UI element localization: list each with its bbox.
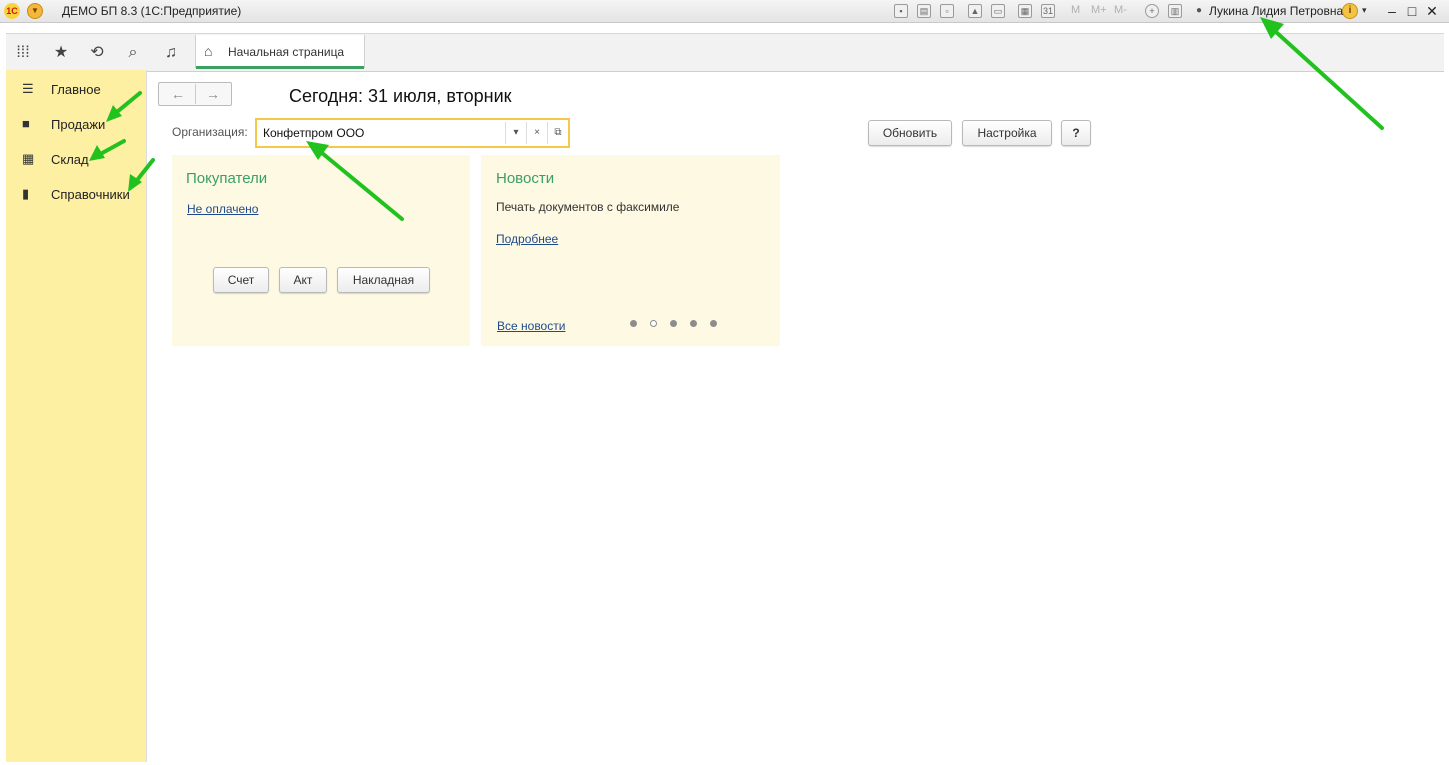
save-icon[interactable]: ▪ bbox=[894, 4, 908, 18]
sidebar-item-label: Склад bbox=[51, 152, 89, 167]
sidebar-item-label: Справочники bbox=[51, 187, 130, 202]
user-name[interactable]: Лукина Лидия Петровна bbox=[1209, 4, 1343, 18]
tab-home-label: Начальная страница bbox=[228, 45, 345, 59]
forward-button[interactable]: → bbox=[195, 84, 230, 104]
news-page-dot[interactable] bbox=[710, 320, 717, 327]
active-tab-indicator bbox=[196, 66, 364, 69]
help-button[interactable]: ? bbox=[1061, 120, 1091, 146]
sidebar-item-label: Главное bbox=[51, 82, 101, 97]
menu-lines-icon: ☰ bbox=[22, 81, 34, 96]
preview-icon[interactable]: ▫ bbox=[940, 4, 954, 18]
print-icon[interactable]: ▤ bbox=[917, 4, 931, 18]
sidebar: ☰ Главное ■ Продажи ▦ Склад ▮ Справочник… bbox=[6, 70, 147, 762]
upload-icon[interactable]: ▲ bbox=[968, 4, 982, 18]
search-icon[interactable]: ⌕ bbox=[122, 42, 144, 64]
home-icon: ⌂ bbox=[204, 43, 213, 59]
organization-field[interactable]: Конфетпром ООО ▾ × ⧉ bbox=[255, 118, 570, 148]
info-dropdown-icon[interactable]: ▾ bbox=[1362, 5, 1367, 16]
close-button[interactable]: ✕ bbox=[1423, 2, 1441, 20]
warehouse-icon: ▦ bbox=[22, 151, 35, 166]
news-panel: Новости Печать документов с факсимиле По… bbox=[481, 155, 780, 346]
calculator-icon[interactable]: ▦ bbox=[1018, 4, 1032, 18]
waybill-button[interactable]: Накладная bbox=[337, 267, 430, 293]
sidebar-item-catalogs[interactable]: ▮ Справочники bbox=[22, 187, 142, 207]
minimize-button[interactable]: – bbox=[1383, 2, 1401, 20]
news-page-dot[interactable] bbox=[690, 320, 697, 327]
window-title: ДЕМО БП 8.3 (1С:Предприятие) bbox=[62, 4, 242, 18]
memory-button[interactable]: M bbox=[1071, 4, 1080, 16]
1c-logo-icon: 1С bbox=[4, 3, 20, 19]
sidebar-item-main[interactable]: ☰ Главное bbox=[22, 82, 142, 102]
memory-minus-button[interactable]: M- bbox=[1114, 4, 1127, 16]
scan-icon[interactable]: ▭ bbox=[991, 4, 1005, 18]
clear-icon[interactable]: × bbox=[526, 122, 547, 144]
tab-home[interactable]: ⌂ Начальная страница bbox=[195, 35, 365, 69]
refresh-button[interactable]: Обновить bbox=[868, 120, 952, 146]
news-text: Печать документов с факсимиле bbox=[496, 200, 680, 214]
all-news-link[interactable]: Все новости bbox=[497, 319, 565, 333]
news-page-dot[interactable] bbox=[630, 320, 637, 327]
open-icon[interactable]: ⧉ bbox=[547, 122, 568, 144]
memory-plus-button[interactable]: M+ bbox=[1091, 4, 1107, 16]
zoom-icon[interactable]: + bbox=[1145, 4, 1159, 18]
app-menu-button[interactable]: ▼ bbox=[27, 3, 43, 19]
news-title: Новости bbox=[496, 170, 555, 187]
settings-button[interactable]: Настройка bbox=[962, 120, 1052, 146]
customers-title: Покупатели bbox=[186, 170, 268, 187]
bell-icon[interactable]: ♫ bbox=[160, 42, 182, 64]
star-icon[interactable]: ★ bbox=[50, 42, 72, 64]
back-button[interactable]: ← bbox=[161, 84, 195, 104]
bag-icon: ■ bbox=[22, 116, 30, 131]
apps-icon[interactable]: ⁞⁞⁞ bbox=[12, 42, 34, 64]
dropdown-icon[interactable]: ▾ bbox=[505, 122, 526, 144]
title-bar: 1С ▼ ДЕМО БП 8.3 (1С:Предприятие) ▪ ▤ ▫ … bbox=[0, 0, 1449, 23]
unpaid-link[interactable]: Не оплачено bbox=[187, 202, 258, 216]
books-icon: ▮ bbox=[22, 186, 30, 201]
customers-panel: Покупатели Не оплачено Счет Акт Накладна… bbox=[172, 155, 470, 346]
sidebar-item-warehouse[interactable]: ▦ Склад bbox=[22, 152, 142, 172]
act-button[interactable]: Акт bbox=[279, 267, 327, 293]
panels-icon[interactable]: ▥ bbox=[1168, 4, 1182, 18]
history-nav: ← → bbox=[158, 82, 232, 106]
user-icon: ● bbox=[1196, 5, 1203, 16]
history-icon[interactable]: ⟲ bbox=[86, 42, 108, 64]
news-page-dot[interactable] bbox=[670, 320, 677, 327]
info-icon[interactable]: i bbox=[1342, 3, 1358, 19]
invoice-button[interactable]: Счет bbox=[213, 267, 269, 293]
sidebar-item-sales[interactable]: ■ Продажи bbox=[22, 117, 142, 137]
more-link[interactable]: Подробнее bbox=[496, 232, 558, 246]
page-title: Сегодня: 31 июля, вторник bbox=[289, 86, 512, 106]
organization-label: Организация: bbox=[172, 125, 248, 139]
annotation-arrows bbox=[89, 17, 1384, 221]
news-page-dot-active[interactable] bbox=[650, 320, 657, 327]
sidebar-item-label: Продажи bbox=[51, 117, 106, 132]
organization-input[interactable]: Конфетпром ООО bbox=[263, 126, 503, 140]
maximize-button[interactable]: □ bbox=[1403, 2, 1421, 20]
calendar-icon[interactable]: 31 bbox=[1041, 4, 1055, 18]
